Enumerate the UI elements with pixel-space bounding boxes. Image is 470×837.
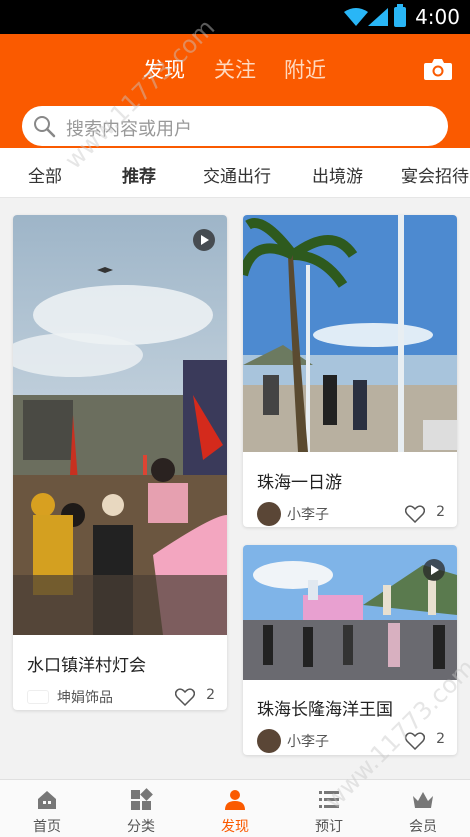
avatar[interactable]	[27, 690, 49, 704]
post-photo	[13, 215, 227, 635]
heart-icon[interactable]	[405, 732, 425, 750]
post-title: 珠海一日游	[257, 473, 342, 493]
list-icon	[319, 791, 339, 808]
battery-icon	[394, 4, 406, 27]
like-count: 2	[436, 731, 445, 747]
top-tabs: 发现 关注 附近	[0, 54, 470, 109]
category-recommended[interactable]: 推荐	[122, 162, 156, 187]
post-author-row: 坤娟饰品 2	[27, 685, 215, 709]
crown-icon	[413, 792, 433, 808]
author-name[interactable]: 小李子	[287, 731, 329, 751]
author-name[interactable]: 坤娟饰品	[57, 687, 113, 707]
tab-nearby[interactable]: 附近	[284, 54, 326, 84]
nav-member[interactable]: 会员	[376, 780, 470, 837]
wifi-icon	[344, 8, 368, 26]
camera-icon[interactable]	[424, 58, 452, 80]
heart-icon[interactable]	[405, 505, 425, 523]
play-video-icon[interactable]	[193, 229, 215, 251]
feed-card[interactable]: 水口镇洋村灯会 坤娟饰品 2	[13, 215, 227, 710]
avatar[interactable]	[257, 729, 281, 753]
nav-label: 分类	[127, 819, 155, 835]
like-count: 2	[206, 687, 215, 703]
home-icon	[38, 791, 56, 809]
app-header: 发现 关注 附近 搜索内容或用户	[0, 34, 470, 148]
avatar[interactable]	[257, 502, 281, 526]
status-bar: 4:00	[0, 0, 470, 34]
post-author-row: 小李子 2	[257, 729, 445, 753]
tab-discover[interactable]: 发现	[143, 54, 185, 84]
bottom-nav: 首页 分类 发现 预订 会员	[0, 779, 470, 837]
category-outbound[interactable]: 出境游	[312, 162, 363, 187]
author-name[interactable]: 小李子	[287, 504, 329, 524]
play-video-icon[interactable]	[423, 559, 445, 581]
nav-discover[interactable]: 发现	[188, 780, 282, 837]
category-all[interactable]: 全部	[28, 162, 62, 187]
signal-icon	[368, 8, 388, 26]
post-title: 珠海长隆海洋王国	[257, 700, 393, 720]
post-photo	[243, 215, 457, 452]
category-transport[interactable]: 交通出行	[203, 162, 271, 187]
nav-booking[interactable]: 预订	[282, 780, 376, 837]
nav-label: 发现	[221, 819, 249, 835]
user-icon	[225, 790, 245, 810]
nav-label: 预订	[315, 819, 343, 835]
post-title: 水口镇洋村灯会	[27, 656, 146, 676]
tab-follow[interactable]: 关注	[214, 54, 256, 84]
status-time: 4:00	[415, 5, 460, 29]
category-banquet[interactable]: 宴会招待	[401, 162, 469, 187]
feed-card[interactable]: 珠海长隆海洋王国 小李子 2	[243, 545, 457, 755]
nav-label: 会员	[409, 819, 437, 835]
category-bar: 全部 推荐 交通出行 出境游 宴会招待	[0, 148, 470, 198]
search-input[interactable]: 搜索内容或用户	[66, 115, 192, 141]
feed-card[interactable]: 珠海一日游 小李子 2	[243, 215, 457, 527]
search-icon	[34, 116, 56, 138]
like-count: 2	[436, 504, 445, 520]
nav-home[interactable]: 首页	[0, 780, 94, 837]
nav-category[interactable]: 分类	[94, 780, 188, 837]
post-author-row: 小李子 2	[257, 502, 445, 526]
heart-icon[interactable]	[175, 688, 195, 706]
search-bar[interactable]: 搜索内容或用户	[22, 106, 448, 146]
grid-icon	[131, 788, 153, 810]
nav-label: 首页	[33, 819, 61, 835]
